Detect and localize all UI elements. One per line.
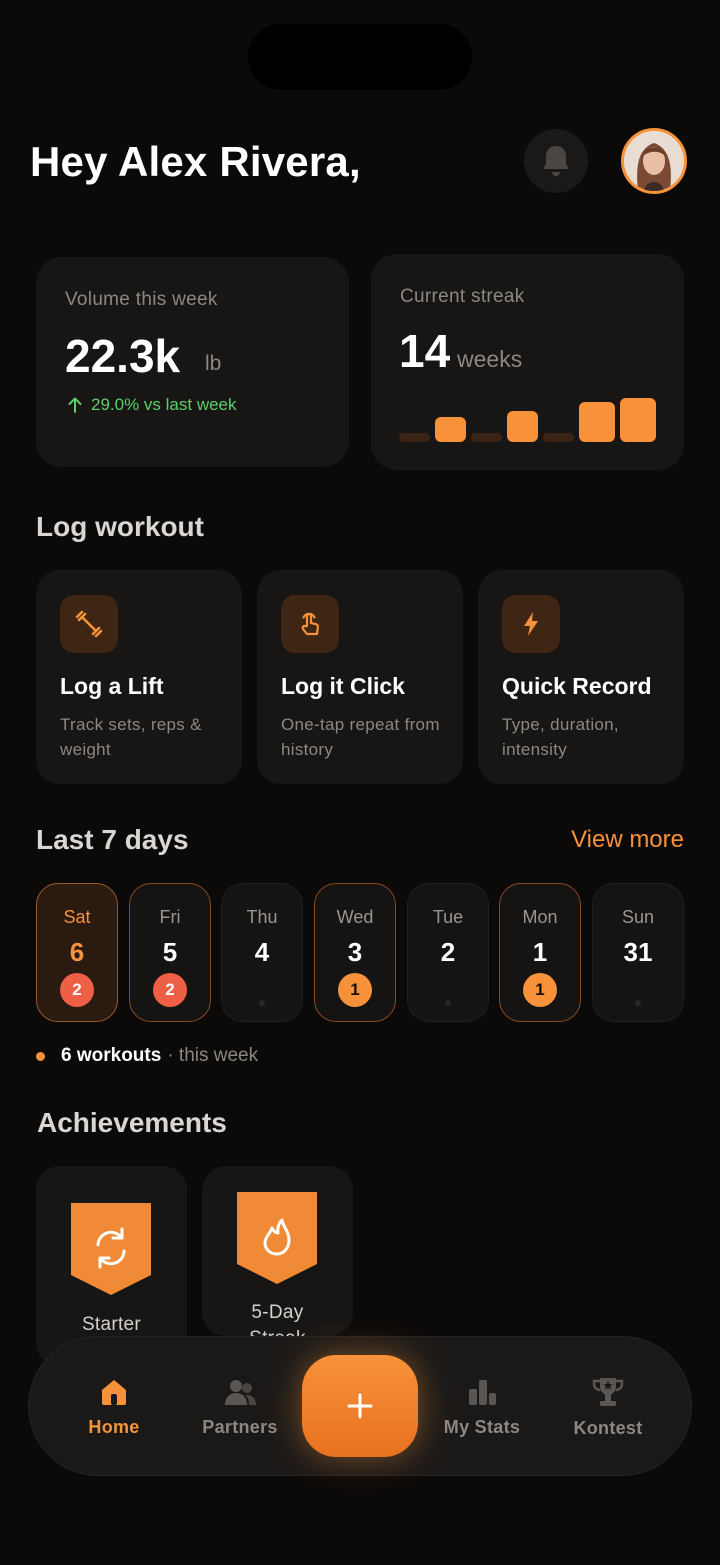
streak-bar xyxy=(543,433,574,442)
workout-count-badge: 1 xyxy=(338,973,372,1007)
quick-record-desc: Type, duration, intensity xyxy=(502,715,619,759)
day-number: 6 xyxy=(69,937,85,967)
day-number: 4 xyxy=(254,937,270,967)
log-click-card[interactable]: Log it Click One-tap repeat from history xyxy=(257,570,463,784)
empty-day-dot xyxy=(445,1000,451,1006)
tab-partners[interactable]: Partners xyxy=(201,1337,279,1477)
workout-count-badge: 1 xyxy=(523,973,557,1007)
day-name: Tue xyxy=(432,907,464,927)
quick-record-title: Quick Record xyxy=(502,673,652,699)
users-icon xyxy=(225,1379,256,1405)
streak-value: 14 xyxy=(399,325,451,377)
day-wed[interactable]: Wed 3 1 xyxy=(314,883,396,1022)
bell-icon xyxy=(543,146,569,176)
day-number: 5 xyxy=(162,937,178,967)
day-number: 31 xyxy=(623,937,653,967)
log-lift-desc: Track sets, reps & weight xyxy=(60,715,202,759)
bar-chart-icon xyxy=(469,1379,496,1405)
day-number: 3 xyxy=(347,937,363,967)
day-name: Wed xyxy=(336,907,374,927)
achievement-5-day-streak[interactable]: 5-Day Streak xyxy=(202,1166,353,1336)
day-name: Thu xyxy=(246,907,278,927)
quick-record-icon-tile xyxy=(502,595,560,653)
day-name: Fri xyxy=(159,907,181,927)
achievement-label: 5-Day Streak xyxy=(249,1302,305,1336)
greeting-title: Hey Alex Rivera, xyxy=(30,138,361,185)
tab-home[interactable]: Home xyxy=(81,1337,147,1477)
view-more-link[interactable]: View more xyxy=(571,826,684,854)
streak-label: Current streak xyxy=(400,286,525,307)
arrow-up-icon xyxy=(68,397,82,413)
tab-label: Kontest xyxy=(573,1417,643,1438)
streak-card[interactable]: Current streak 14 weeks xyxy=(371,254,684,470)
summary-count: 6 workouts xyxy=(61,1045,162,1066)
tab-kontest[interactable]: Kontest xyxy=(573,1337,643,1477)
log-workout-title: Log workout xyxy=(36,511,204,542)
user-avatar[interactable] xyxy=(621,128,687,194)
week-summary: 6 workouts · this week xyxy=(36,1045,258,1067)
day-name: Sun xyxy=(621,907,655,927)
tap-icon xyxy=(301,612,319,636)
achievement-badge xyxy=(71,1203,151,1295)
day-sat[interactable]: Sat 6 2 xyxy=(36,883,118,1022)
volume-label: Volume this week xyxy=(65,289,218,310)
add-workout-button[interactable] xyxy=(302,1355,418,1457)
plus-icon xyxy=(347,1393,373,1419)
summary-dot xyxy=(36,1051,45,1061)
log-click-title: Log it Click xyxy=(281,673,405,699)
volume-unit: lb xyxy=(205,352,222,375)
day-thu[interactable]: Thu 4 xyxy=(221,883,303,1022)
log-click-icon-tile xyxy=(281,595,339,653)
achievements-title: Achievements xyxy=(37,1107,227,1138)
day-sun[interactable]: Sun 31 xyxy=(592,883,684,1022)
log-lift-card[interactable]: Log a Lift Track sets, reps & weight xyxy=(36,570,242,784)
day-fri[interactable]: Fri 5 2 xyxy=(129,883,211,1022)
streak-bar xyxy=(435,417,466,442)
trophy-icon xyxy=(592,1377,624,1406)
volume-trend: 29.0% vs last week xyxy=(67,395,237,415)
streak-bar xyxy=(507,411,538,442)
achievement-badge xyxy=(237,1192,317,1284)
log-click-desc: One-tap repeat from history xyxy=(281,715,440,759)
quick-record-card[interactable]: Quick Record Type, duration, intensity xyxy=(478,570,684,784)
dumbbell-icon xyxy=(75,610,103,638)
streak-bar-chart xyxy=(399,398,656,442)
empty-day-dot xyxy=(635,1000,641,1006)
lightning-icon xyxy=(524,612,538,636)
streak-bar xyxy=(399,433,430,442)
day-name: Sat xyxy=(63,907,91,927)
tab-label: Home xyxy=(88,1416,140,1437)
workout-count-badge: 2 xyxy=(60,973,94,1007)
volume-card[interactable]: Volume this week 22.3k lb 29.0% vs last … xyxy=(36,257,349,467)
log-lift-title: Log a Lift xyxy=(60,673,164,699)
achievement-label: Starter xyxy=(81,1314,142,1335)
streak-unit: weeks xyxy=(457,346,523,372)
day-name: Mon xyxy=(522,907,558,927)
workout-count-badge: 2 xyxy=(153,973,187,1007)
day-tue[interactable]: Tue 2 xyxy=(407,883,489,1022)
home-icon xyxy=(102,1379,126,1405)
tab-my-stats[interactable]: My Stats xyxy=(441,1337,523,1477)
streak-bar xyxy=(471,433,502,442)
last-7-days-title: Last 7 days xyxy=(36,824,189,855)
streak-bar xyxy=(579,402,615,442)
volume-value: 22.3k xyxy=(65,330,181,382)
volume-trend-text: 29.0% vs last week xyxy=(91,395,237,414)
day-number: 1 xyxy=(532,937,548,967)
summary-period: · this week xyxy=(167,1045,259,1066)
streak-bar xyxy=(620,398,656,442)
day-mon[interactable]: Mon 1 1 xyxy=(499,883,581,1022)
tab-label: Partners xyxy=(202,1416,278,1437)
dynamic-island xyxy=(248,24,472,90)
log-lift-icon-tile xyxy=(60,595,118,653)
day-number: 2 xyxy=(440,937,456,967)
notifications-button[interactable] xyxy=(524,129,588,193)
empty-day-dot xyxy=(259,1000,265,1006)
tab-label: My Stats xyxy=(443,1416,521,1437)
